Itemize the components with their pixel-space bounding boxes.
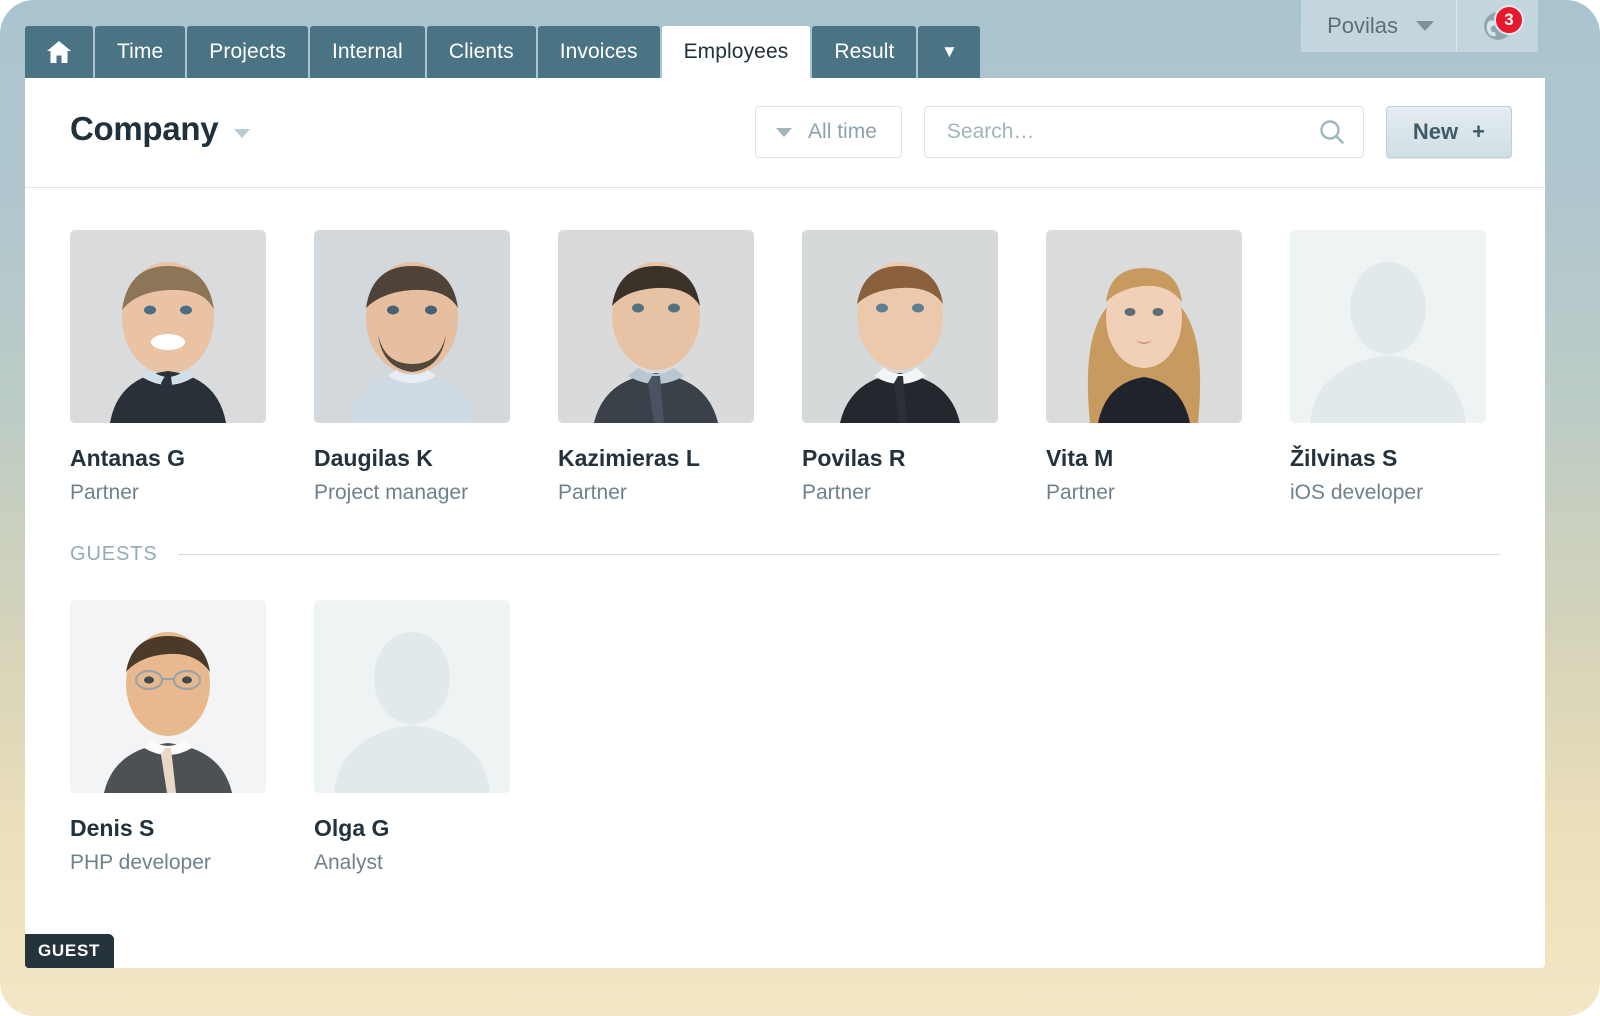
tab-label: Projects (209, 40, 286, 64)
chevron-down-icon (1416, 21, 1434, 31)
main-tab-strip: Time Projects Internal Clients Invoices … (25, 26, 982, 78)
page-title[interactable]: Company (70, 110, 250, 148)
top-bar: Time Projects Internal Clients Invoices … (0, 0, 1600, 78)
guest-badge: GUEST (25, 934, 114, 968)
employee-name: Vita M (1046, 445, 1242, 472)
portrait-photo (558, 230, 754, 423)
employee-name: Žilvinas S (1290, 445, 1486, 472)
guest-name: Olga G (314, 815, 510, 842)
avatar (314, 230, 510, 423)
user-name-label: Povilas (1327, 13, 1398, 39)
employee-name: Kazimieras L (558, 445, 754, 472)
employee-role: Project manager (314, 481, 510, 505)
tab-label: Employees (684, 40, 789, 64)
app-panel: Company All time New + (25, 78, 1545, 968)
search-icon[interactable] (1317, 117, 1347, 147)
portrait-photo (314, 230, 510, 423)
avatar (1046, 230, 1242, 423)
tab-clients[interactable]: Clients (427, 26, 536, 78)
tab-invoices[interactable]: Invoices (538, 26, 660, 78)
avatar (558, 230, 754, 423)
language-globe-button[interactable]: 3 (1456, 0, 1538, 52)
employee-card[interactable]: Žilvinas S iOS developer (1290, 230, 1486, 505)
tab-label: Result (834, 40, 894, 64)
chevron-down-icon (234, 129, 250, 138)
portrait-photo (70, 230, 266, 423)
guest-grid: GUEST Denis S PHP developer GUEST Olga G (70, 600, 1500, 875)
notification-badge[interactable]: 3 (1494, 5, 1524, 35)
portrait-photo (1046, 230, 1242, 423)
tab-internal[interactable]: Internal (310, 26, 425, 78)
tab-time[interactable]: Time (95, 26, 185, 78)
page-toolbar: Company All time New + (25, 78, 1545, 188)
new-button-label: New (1413, 119, 1458, 145)
guest-card[interactable]: GUEST Denis S PHP developer (70, 600, 266, 875)
employee-name: Daugilas K (314, 445, 510, 472)
app-window-frame: Time Projects Internal Clients Invoices … (0, 0, 1600, 1016)
new-button[interactable]: New + (1386, 106, 1512, 158)
chevron-down-icon (776, 128, 792, 137)
guest-role: PHP developer (70, 851, 266, 875)
tab-label: Clients (449, 40, 514, 64)
employee-name: Antanas G (70, 445, 266, 472)
chevron-down-icon: ▼ (941, 42, 958, 62)
search-box[interactable] (924, 106, 1364, 158)
avatar (802, 230, 998, 423)
tab-result[interactable]: Result (812, 26, 916, 78)
tab-more-overflow[interactable]: ▼ (918, 26, 980, 78)
user-menu-button[interactable]: Povilas (1301, 0, 1456, 52)
toolbar-controls: All time New + (755, 106, 1512, 158)
employees-content: Antanas G Partner (25, 188, 1545, 875)
tab-employees[interactable]: Employees (662, 26, 811, 78)
portrait-photo (802, 230, 998, 423)
tab-projects[interactable]: Projects (187, 26, 308, 78)
employee-grid: Antanas G Partner (70, 230, 1500, 505)
employee-card[interactable]: Vita M Partner (1046, 230, 1242, 505)
tab-label: Invoices (560, 40, 638, 64)
employee-role: Partner (802, 481, 998, 505)
employee-name: Povilas R (802, 445, 998, 472)
employee-card[interactable]: Povilas R Partner (802, 230, 998, 505)
search-input[interactable] (947, 120, 1317, 144)
home-icon (46, 40, 72, 64)
plus-icon: + (1472, 119, 1485, 145)
placeholder-avatar-icon (1290, 230, 1486, 423)
employee-role: Partner (1046, 481, 1242, 505)
employee-card[interactable]: Kazimieras L Partner (558, 230, 754, 505)
tab-label: Time (117, 40, 163, 64)
portrait-photo (70, 600, 266, 793)
section-heading: GUESTS (70, 543, 158, 566)
employee-role: Partner (70, 481, 266, 505)
tab-home[interactable] (25, 26, 93, 78)
avatar (1290, 230, 1486, 423)
avatar (70, 600, 266, 793)
tab-label: Internal (332, 40, 403, 64)
period-filter-dropdown[interactable]: All time (755, 106, 902, 158)
avatar (70, 230, 266, 423)
divider-line (178, 554, 1500, 555)
period-filter-label: All time (808, 120, 877, 144)
placeholder-avatar-icon (314, 600, 510, 793)
page-title-label: Company (70, 110, 218, 148)
guest-name: Denis S (70, 815, 266, 842)
employee-role: Partner (558, 481, 754, 505)
guests-section-divider: GUESTS (70, 543, 1500, 566)
avatar (314, 600, 510, 793)
guest-card[interactable]: GUEST Olga G Analyst (314, 600, 510, 875)
employee-card[interactable]: Antanas G Partner (70, 230, 266, 505)
user-area: Povilas 3 (1301, 0, 1538, 52)
employee-role: iOS developer (1290, 481, 1486, 505)
employee-card[interactable]: Daugilas K Project manager (314, 230, 510, 505)
guest-role: Analyst (314, 851, 510, 875)
